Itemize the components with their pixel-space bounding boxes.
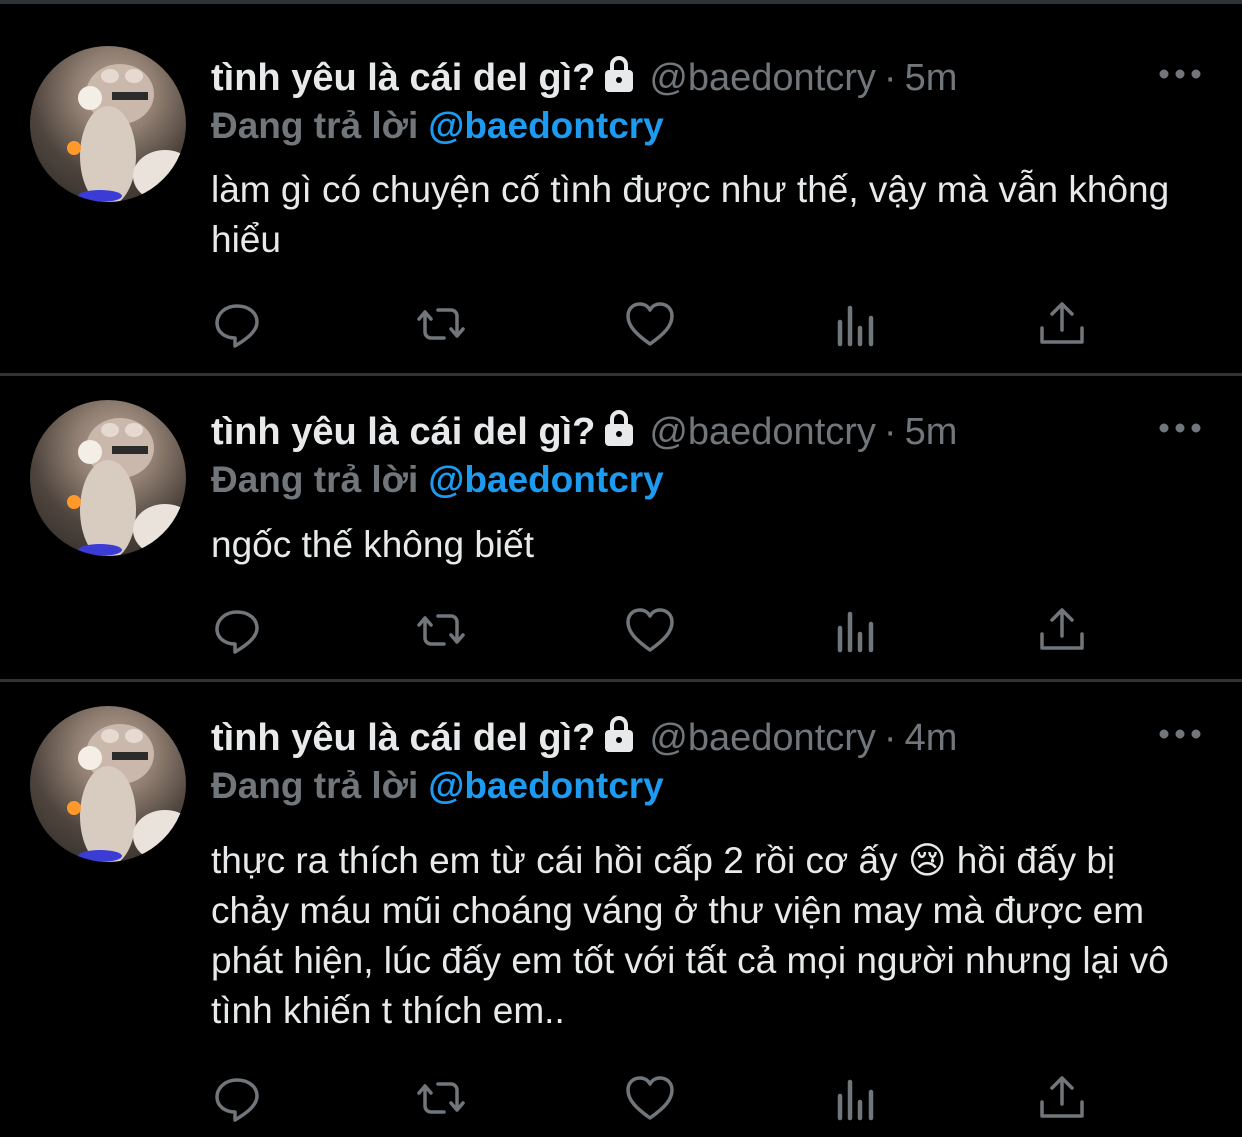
lock-icon: [601, 714, 637, 754]
handle[interactable]: @baedontcry: [649, 411, 876, 453]
share-icon[interactable]: [1036, 604, 1088, 656]
avatar[interactable]: [30, 46, 186, 202]
replying-to-label: Đang trả lời: [211, 105, 419, 146]
tweet-text: thực ra thích em từ cái hồi cấp 2 rồi cơ…: [211, 840, 1169, 1031]
replying-to-label: Đang trả lời: [211, 765, 419, 806]
separator-dot: ·: [883, 57, 897, 99]
lock-icon: [601, 54, 637, 94]
tweet-header: tình yêu là cái del gì? @baedontcry · 5m: [211, 54, 957, 100]
reply-icon[interactable]: [211, 298, 263, 350]
more-horizontal-icon[interactable]: [1156, 724, 1206, 744]
tweet-text: làm gì có chuyện cố tình được như thế, v…: [211, 169, 1170, 260]
retweet-icon[interactable]: [415, 298, 467, 350]
reply-icon[interactable]: [211, 1072, 263, 1124]
share-icon[interactable]: [1036, 298, 1088, 350]
replying-to-handle[interactable]: @baedontcry: [428, 105, 664, 146]
lock-icon: [601, 408, 637, 448]
heart-icon[interactable]: [624, 604, 676, 656]
more-horizontal-icon[interactable]: [1156, 64, 1206, 84]
replying-to: Đang trả lời @baedontcry: [211, 457, 664, 503]
action-bar: [0, 298, 1242, 350]
avatar-image: [67, 64, 186, 202]
replying-to: Đang trả lời @baedontcry: [211, 763, 664, 809]
handle[interactable]: @baedontcry: [649, 717, 876, 759]
replying-to-handle[interactable]: @baedontcry: [428, 459, 664, 500]
action-bar: [0, 604, 1242, 656]
tweet-header: tình yêu là cái del gì? @baedontcry · 4m: [211, 714, 957, 760]
display-name[interactable]: tình yêu là cái del gì?: [211, 717, 595, 759]
tweet[interactable]: tình yêu là cái del gì? @baedontcry · 4m Đa…: [0, 682, 1242, 1137]
avatar[interactable]: [30, 400, 186, 556]
retweet-icon[interactable]: [415, 1072, 467, 1124]
replying-to: Đang trả lời @baedontcry: [211, 103, 664, 149]
tweet-header: tình yêu là cái del gì? @baedontcry · 5m: [211, 408, 957, 454]
separator-dot: ·: [883, 411, 897, 453]
share-icon[interactable]: [1036, 1072, 1088, 1124]
timestamp[interactable]: 5m: [905, 57, 958, 99]
analytics-icon[interactable]: [830, 1072, 882, 1124]
avatar-image: [67, 724, 186, 862]
timestamp[interactable]: 5m: [905, 411, 958, 453]
heart-icon[interactable]: [624, 298, 676, 350]
display-name[interactable]: tình yêu là cái del gì?: [211, 411, 595, 453]
action-bar: [0, 1072, 1242, 1124]
tweet[interactable]: tình yêu là cái del gì? @baedontcry · 5m Đa…: [0, 0, 1242, 373]
display-name[interactable]: tình yêu là cái del gì?: [211, 57, 595, 99]
reply-icon[interactable]: [211, 604, 263, 656]
timestamp[interactable]: 4m: [905, 717, 958, 759]
replying-to-label: Đang trả lời: [211, 459, 419, 500]
handle[interactable]: @baedontcry: [649, 57, 876, 99]
tweet[interactable]: tình yêu là cái del gì? @baedontcry · 5m Đa…: [0, 376, 1242, 679]
avatar[interactable]: [30, 706, 186, 862]
separator-dot: ·: [883, 717, 897, 759]
avatar-image: [67, 418, 186, 556]
heart-icon[interactable]: [624, 1072, 676, 1124]
retweet-icon[interactable]: [415, 604, 467, 656]
more-horizontal-icon[interactable]: [1156, 418, 1206, 438]
tweet-text: ngốc thế không biết: [211, 524, 534, 565]
analytics-icon[interactable]: [830, 298, 882, 350]
replying-to-handle[interactable]: @baedontcry: [428, 765, 664, 806]
analytics-icon[interactable]: [830, 604, 882, 656]
